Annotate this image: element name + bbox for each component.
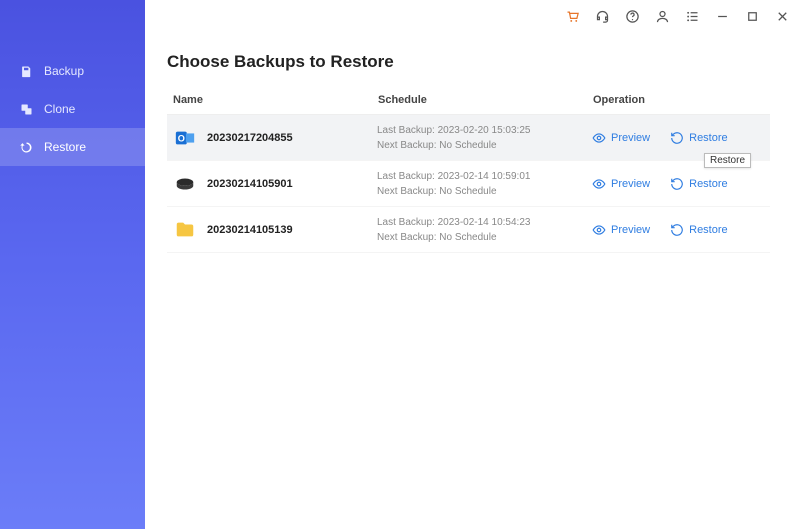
preview-button[interactable]: Preview <box>592 131 650 145</box>
folder-icon <box>173 218 197 242</box>
preview-button[interactable]: Preview <box>592 177 650 191</box>
backup-schedule: Last Backup: 2023-02-14 10:59:01 Next Ba… <box>377 169 592 199</box>
sidebar: Backup Clone Restore <box>0 0 145 529</box>
disk-icon <box>173 172 197 196</box>
sidebar-item-label: Backup <box>44 64 84 78</box>
page-title: Choose Backups to Restore <box>167 52 770 72</box>
preview-button[interactable]: Preview <box>592 223 650 237</box>
backup-schedule: Last Backup: 2023-02-20 15:03:25 Next Ba… <box>377 123 592 153</box>
tooltip: Restore <box>704 153 751 168</box>
clone-icon <box>18 102 34 116</box>
restore-button[interactable]: Restore <box>670 177 728 191</box>
titlebar-actions <box>564 8 790 24</box>
sidebar-item-restore[interactable]: Restore <box>0 128 145 166</box>
backup-name: 20230217204855 <box>207 132 377 144</box>
eye-icon <box>592 223 606 237</box>
sidebar-item-label: Clone <box>44 102 75 116</box>
restore-action-icon <box>670 131 684 145</box>
sidebar-item-backup[interactable]: Backup <box>0 52 145 90</box>
eye-icon <box>592 177 606 191</box>
column-schedule: Schedule <box>378 94 593 106</box>
column-operation: Operation <box>593 94 770 106</box>
restore-button[interactable]: Restore <box>670 131 728 145</box>
outlook-icon: O <box>173 126 197 150</box>
backup-icon <box>18 64 34 78</box>
minimize-icon[interactable] <box>714 8 730 24</box>
sidebar-item-clone[interactable]: Clone <box>0 90 145 128</box>
backup-row[interactable]: 20230214105139 Last Backup: 2023-02-14 1… <box>167 207 770 253</box>
backup-row[interactable]: 20230214105901 Last Backup: 2023-02-14 1… <box>167 161 770 207</box>
headset-icon[interactable] <box>594 8 610 24</box>
backup-name: 20230214105901 <box>207 178 377 190</box>
backup-schedule: Last Backup: 2023-02-14 10:54:23 Next Ba… <box>377 215 592 245</box>
maximize-icon[interactable] <box>744 8 760 24</box>
sidebar-item-label: Restore <box>44 140 86 154</box>
help-icon[interactable] <box>624 8 640 24</box>
eye-icon <box>592 131 606 145</box>
backup-row[interactable]: O 20230217204855 Last Backup: 2023-02-20… <box>167 115 770 161</box>
svg-text:O: O <box>178 133 185 143</box>
backup-name: 20230214105139 <box>207 224 377 236</box>
restore-action-icon <box>670 177 684 191</box>
restore-action-icon <box>670 223 684 237</box>
cart-icon[interactable] <box>564 8 580 24</box>
column-name: Name <box>173 94 378 106</box>
close-icon[interactable] <box>774 8 790 24</box>
restore-icon <box>18 140 34 154</box>
table-header: Name Schedule Operation <box>167 94 770 115</box>
main-panel: Choose Backups to Restore Name Schedule … <box>145 32 800 529</box>
user-icon[interactable] <box>654 8 670 24</box>
restore-button[interactable]: Restore <box>670 223 728 237</box>
menu-list-icon[interactable] <box>684 8 700 24</box>
